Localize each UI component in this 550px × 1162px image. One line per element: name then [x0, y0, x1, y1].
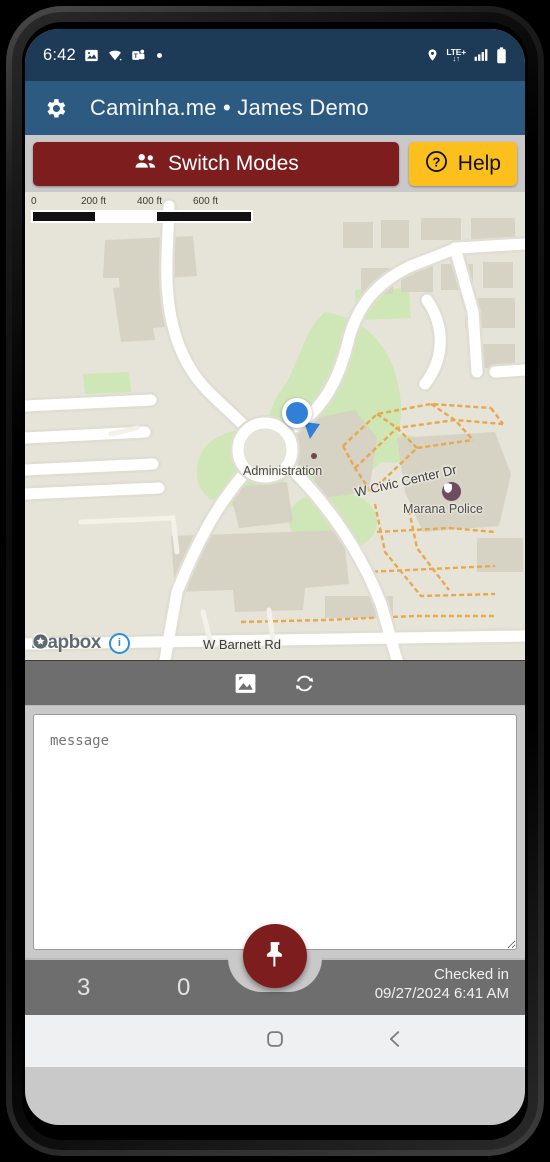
- device-screen: 6:42 T LTE+ ↓↑ Caminha.me • James Demo S…: [25, 29, 525, 1125]
- checkin-status: Checked in 09/27/2024 6:41 AM: [375, 966, 509, 1004]
- user-location-dot: [282, 398, 312, 428]
- image-icon: [84, 48, 99, 63]
- map-attribution: mapbox i: [31, 632, 130, 654]
- map-scale-labels: 0 200 ft 400 ft 600 ft: [31, 196, 253, 210]
- phone-device: 6:42 T LTE+ ↓↑ Caminha.me • James Demo S…: [0, 0, 550, 1162]
- question-circle-icon: ?: [425, 150, 448, 179]
- switch-modes-button[interactable]: Switch Modes: [33, 142, 399, 186]
- home-square-icon[interactable]: [264, 1028, 286, 1055]
- count-primary[interactable]: 3: [77, 974, 90, 1002]
- map-view[interactable]: 0 200 ft 400 ft 600 ft W Civic Center Dr…: [25, 192, 525, 660]
- street-label-barnett: W Barnett Rd: [203, 637, 282, 652]
- bottom-status-bar: 3 0 Checked in 09/27/2024 6:41 AM: [25, 924, 525, 1015]
- poi-label-marana-police[interactable]: Marana Police: [403, 502, 483, 516]
- message-input[interactable]: [33, 714, 517, 950]
- teams-icon: T: [131, 48, 146, 63]
- app-bar: Caminha.me • James Demo: [25, 81, 525, 135]
- battery-icon: [496, 46, 507, 64]
- signal-bars-icon: [473, 48, 489, 62]
- switch-modes-label: Switch Modes: [168, 152, 299, 175]
- status-bar-clock: 6:42: [43, 45, 76, 64]
- image-attachment-icon[interactable]: [233, 671, 258, 696]
- checkin-status-timestamp: 09/27/2024 6:41 AM: [374, 984, 509, 1002]
- count-secondary[interactable]: 0: [177, 974, 190, 1002]
- dot-icon: [156, 52, 162, 58]
- scale-tick-2: 400 ft: [137, 196, 163, 207]
- mapbox-logo-icon[interactable]: mapbox: [31, 632, 102, 654]
- people-icon: [133, 152, 158, 177]
- police-badge-icon: [442, 482, 461, 501]
- message-area: [25, 706, 525, 958]
- poi-label-administration[interactable]: Administration: [243, 464, 322, 478]
- map-scale-bar: 0 200 ft 400 ft 600 ft: [31, 196, 253, 223]
- map-scale-indicator: [31, 210, 253, 223]
- lte-icon: LTE+ ↓↑: [446, 47, 466, 63]
- map-info-icon[interactable]: i: [108, 632, 130, 654]
- scale-tick-1: 200 ft: [81, 196, 107, 207]
- scale-tick-3: 600 ft: [193, 196, 219, 207]
- status-bar-right: LTE+ ↓↑: [426, 29, 507, 81]
- refresh-icon[interactable]: [292, 671, 317, 696]
- svg-text:?: ?: [432, 154, 440, 169]
- help-button[interactable]: ? Help: [408, 142, 517, 186]
- administration-poi-dot: [311, 453, 317, 459]
- gear-icon[interactable]: [43, 96, 68, 121]
- help-label: Help: [457, 152, 501, 175]
- checkin-pin-button[interactable]: [243, 924, 307, 988]
- checkin-status-title: Checked in: [433, 966, 509, 983]
- status-bar-left: 6:42 T: [43, 29, 162, 81]
- wifi-icon: [107, 48, 123, 63]
- scale-tick-0: 0: [31, 196, 37, 207]
- status-bar: 6:42 T LTE+ ↓↑: [25, 29, 525, 81]
- back-chevron-icon[interactable]: [384, 1028, 406, 1055]
- svg-text:T: T: [134, 52, 138, 59]
- map-canvas: [25, 192, 525, 660]
- app-title: Caminha.me • James Demo: [90, 95, 369, 120]
- map-tool-strip: [25, 660, 525, 706]
- pushpin-icon: [260, 939, 290, 974]
- android-nav-bar: [25, 1015, 525, 1067]
- lte-arrows: ↓↑: [452, 54, 460, 63]
- action-button-row: Switch Modes ? Help: [25, 135, 525, 192]
- location-pin-icon: [426, 47, 439, 63]
